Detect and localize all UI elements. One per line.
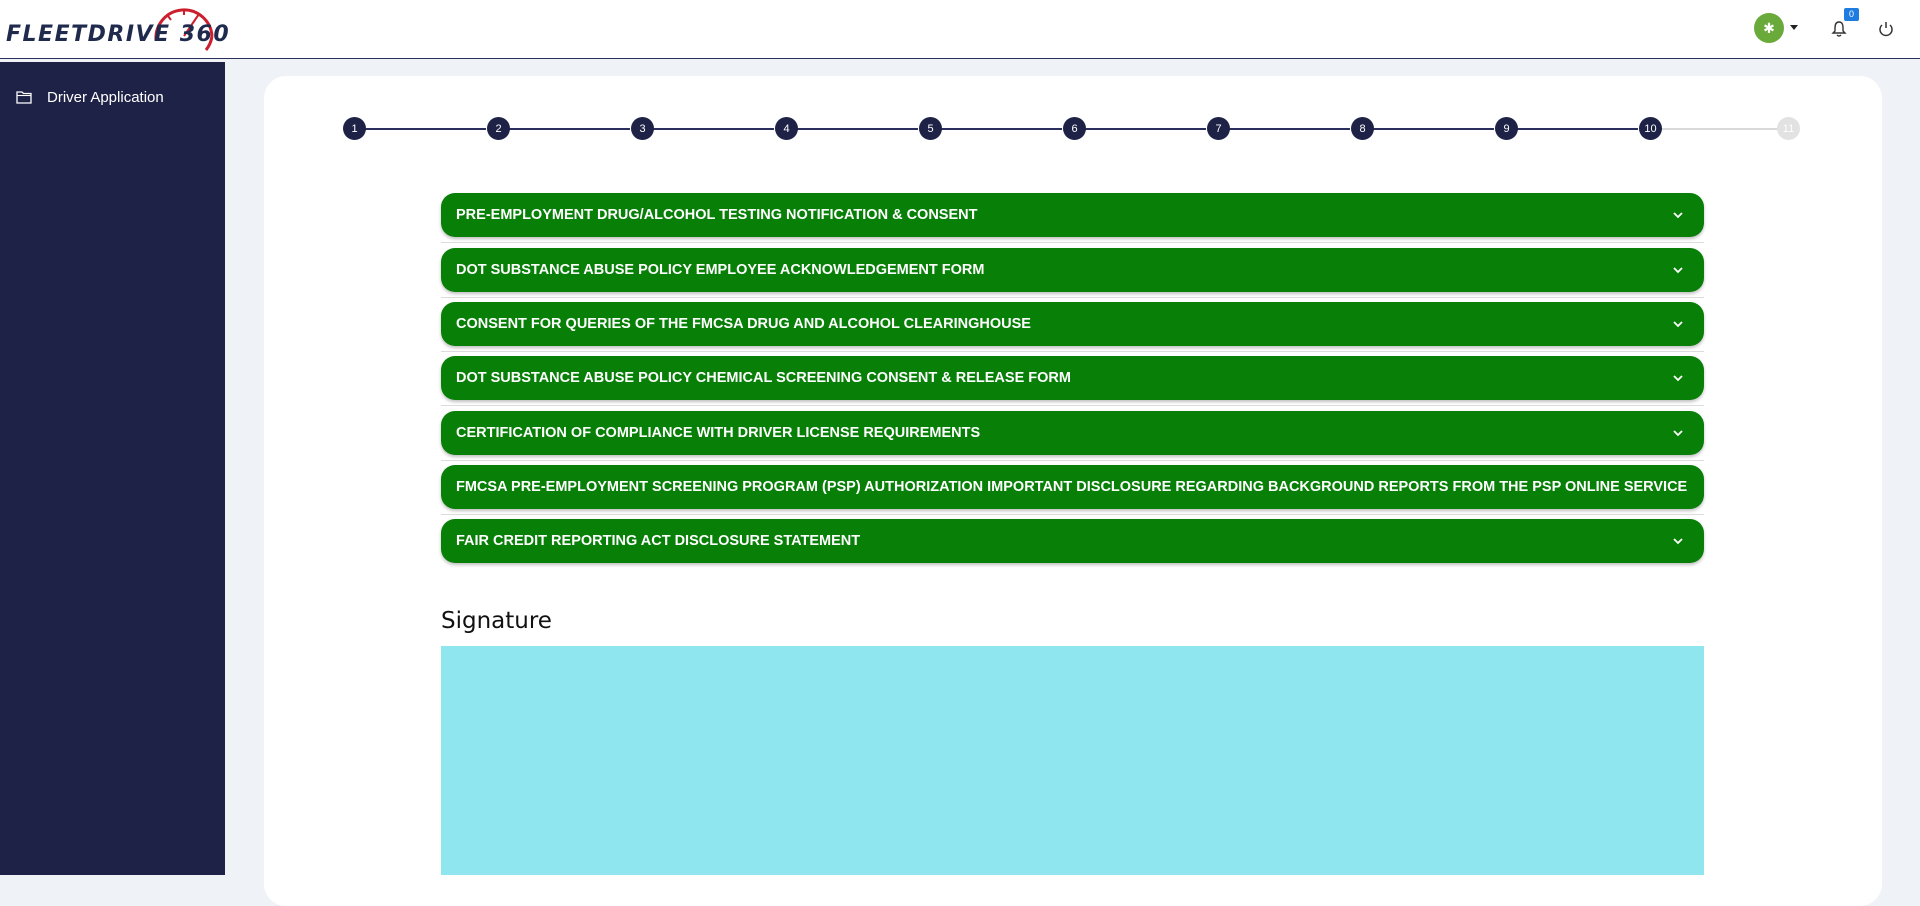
app-logo[interactable]: FLEETDRIVE 360 [6,6,231,52]
step-8[interactable]: 8 [1351,117,1374,140]
step-2[interactable]: 2 [487,117,510,140]
chevron-down-icon [1673,212,1683,219]
step-5[interactable]: 5 [919,117,942,140]
chevron-down-icon [1673,321,1683,328]
accordion-label: FAIR CREDIT REPORTING ACT DISCLOSURE STA… [456,533,861,549]
power-icon[interactable] [1877,20,1895,38]
divider [441,351,1704,352]
chevron-down-icon [1673,375,1683,382]
divider [441,405,1704,406]
accordion-label: FMCSA PRE-EMPLOYMENT SCREENING PROGRAM (… [456,479,1688,495]
sidebar-item-label: Driver Application [47,88,164,106]
notification-badge: 0 [1844,8,1859,21]
step-10[interactable]: 10 [1639,117,1662,140]
divider [441,460,1704,461]
divider [441,514,1704,515]
step-6[interactable]: 6 [1063,117,1086,140]
divider [441,297,1704,298]
accordion-label: CONSENT FOR QUERIES OF THE FMCSA DRUG AN… [456,316,1031,332]
step-11[interactable]: 11 [1777,117,1800,140]
accordion-employee-acknowledgement[interactable]: DOT SUBSTANCE ABUSE POLICY EMPLOYEE ACKN… [441,248,1704,292]
accordion-drug-alcohol-testing[interactable]: PRE-EMPLOYMENT DRUG/ALCOHOL TESTING NOTI… [441,193,1704,237]
chevron-down-icon [1673,430,1683,437]
accordion-label: DOT SUBSTANCE ABUSE POLICY CHEMICAL SCRE… [456,370,1071,386]
top-bar: FLEETDRIVE 360 ✱ 0 [0,0,1920,59]
bell-icon[interactable] [1830,20,1848,38]
divider [441,242,1704,243]
accordion-chemical-screening[interactable]: DOT SUBSTANCE ABUSE POLICY CHEMICAL SCRE… [441,356,1704,400]
step-9[interactable]: 9 [1495,117,1518,140]
accordion-label: DOT SUBSTANCE ABUSE POLICY EMPLOYEE ACKN… [456,262,985,278]
folder-icon [16,91,32,104]
caret-down-icon[interactable] [1790,25,1798,30]
sidebar-item-driver-application[interactable]: Driver Application [0,82,225,112]
step-4[interactable]: 4 [775,117,798,140]
step-1[interactable]: 1 [343,117,366,140]
logo-text: FLEETDRIVE 360 [6,22,231,47]
accordion-label: PRE-EMPLOYMENT DRUG/ALCOHOL TESTING NOTI… [456,207,978,223]
accordion-license-compliance[interactable]: CERTIFICATION OF COMPLIANCE WITH DRIVER … [441,411,1704,455]
signature-heading: Signature [441,608,552,634]
step-7[interactable]: 7 [1207,117,1230,140]
accordion-label: CERTIFICATION OF COMPLIANCE WITH DRIVER … [456,425,981,441]
signature-pad[interactable] [441,646,1704,875]
chevron-down-icon [1673,538,1683,545]
step-3[interactable]: 3 [631,117,654,140]
chevron-down-icon [1673,267,1683,274]
sidebar: Driver Application [0,62,225,875]
accordion-fair-credit-reporting[interactable]: FAIR CREDIT REPORTING ACT DISCLOSURE STA… [441,519,1704,563]
user-avatar[interactable]: ✱ [1754,13,1784,43]
accordion-psp-authorization[interactable]: FMCSA PRE-EMPLOYMENT SCREENING PROGRAM (… [441,465,1704,509]
accordion-clearinghouse-consent[interactable]: CONSENT FOR QUERIES OF THE FMCSA DRUG AN… [441,302,1704,346]
